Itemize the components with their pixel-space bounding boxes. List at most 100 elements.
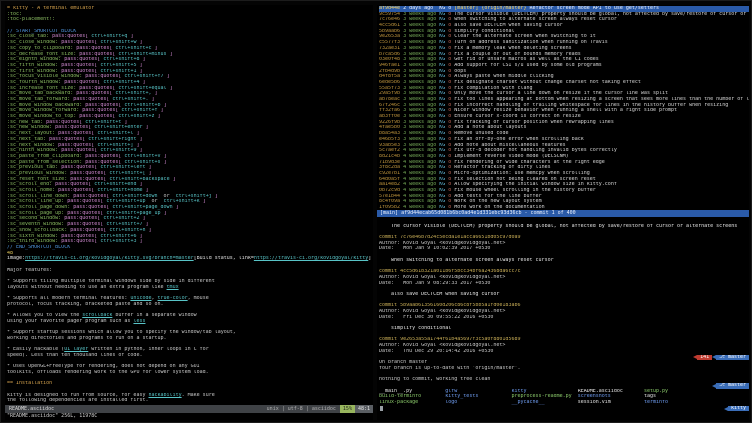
text-segment: 3 weeks ago — [403, 91, 439, 96]
vim-editor-pane[interactable]: = kitty - A terminal emulator:toc::toc-p… — [5, 5, 373, 420]
text-segment: UI layer — [64, 347, 88, 352]
text-segment: :sc_scroll_page_up: — [7, 211, 64, 216]
text-segment: 3 weeks ago — [403, 143, 439, 148]
text-segment: pass:quotes[ — [64, 211, 103, 216]
text-segment: `ctrl+shift+f7` — [121, 74, 166, 79]
text-segment: Your branch is up-to-date with 'origin/m… — [379, 366, 520, 371]
text-segment: ] — [164, 160, 167, 165]
text-segment: aa14e82 — [379, 182, 403, 187]
text-segment: KG — [439, 143, 448, 148]
text-segment: == Installation — [7, 381, 52, 386]
text-segment: pass:quotes[ — [73, 46, 112, 51]
text-segment: `ctrl+shift+6` — [97, 234, 139, 239]
text-segment: 3 weeks ago — [403, 34, 439, 39]
text-segment: using your favorite pager program such a… — [7, 319, 133, 324]
text-segment: 2fb4d9b — [379, 69, 403, 74]
text-segment: ] — [149, 165, 152, 170]
text-segment: `ctrl+shift+c` — [112, 46, 154, 51]
text-segment: 3 weeks ago — [403, 23, 439, 28]
text-segment: pass:quotes[ — [73, 91, 112, 96]
text-segment: Author: Kovid Goyal <kovid@kovidgoyal.ne… — [379, 275, 505, 280]
text-segment: `ctrl+shift+q` — [88, 34, 130, 39]
text-segment: 3 weeks ago — [403, 103, 439, 108]
git-branch-segment: ⎇ master — [716, 383, 749, 389]
text-segment: pass:quotes[ — [55, 131, 94, 136]
text-segment: commit 5b9aab61356160d206c86c8f5bb5a1fd0… — [379, 303, 520, 308]
text-segment: `ctrl+shift+right` — [85, 137, 139, 142]
text-segment: 3 weeks ago — [403, 29, 439, 34]
text-segment: 3 weeks ago — [403, 131, 439, 136]
text-segment: Fix a memory leak when deleting screens — [454, 46, 571, 51]
git-log-pane[interactable]: af9d44e 2 days ago KG o [master] {origin… — [377, 5, 749, 217]
text-segment: kitty is designed to run from source, fo… — [7, 393, 148, 398]
text-segment: screenshots — [578, 394, 644, 399]
text-segment: KG — [439, 17, 448, 22]
text-segment: KG — [439, 80, 448, 85]
text-segment: 9e2653a — [379, 34, 403, 39]
text-segment: Fix rendering of wide characters at the … — [454, 160, 605, 165]
text-segment: ] — [155, 46, 158, 51]
text-segment: `ctrl+shift+.` — [109, 97, 151, 102]
text-segment: true-color — [158, 296, 188, 301]
text-segment: :sc_next_layout: — [7, 131, 55, 136]
text-segment: pass:quotes[ — [58, 148, 97, 153]
text-segment: :sc_scroll_line_up: — [7, 199, 64, 204]
text-segment: `ctrl+shift+j` — [173, 194, 215, 199]
text-segment: Date: Thu Dec 29 20:14:42 2016 +0530 — [379, 349, 493, 354]
text-segment: session.vim — [578, 400, 644, 405]
text-segment: 732ae31 — [379, 46, 403, 51]
text-segment: ] — [167, 74, 170, 79]
text-segment: KG — [439, 194, 448, 199]
text-segment: `ctrl+shift+1` — [97, 69, 139, 74]
text-segment: pass:quotes[ — [82, 103, 121, 108]
text-segment: __main__.py — [379, 389, 445, 394]
text-segment: 4fae5b0 — [379, 125, 403, 130]
text-segment: Fix mouse wheel scrolling in the history… — [454, 188, 595, 193]
text-segment: Add support for CSI s/u used by some old… — [454, 63, 602, 68]
text-segment: `ctrl+shift+,` — [112, 91, 154, 96]
text-segment: The cursor visible (DECTCEM) property sh… — [379, 224, 737, 229]
text-segment: hackability — [148, 393, 181, 398]
text-segment: ] — [203, 199, 206, 204]
text-segment: `ctrl+shift+k` — [161, 199, 203, 204]
text-segment: ab78eac — [379, 97, 403, 102]
terminal-cursor — [380, 406, 383, 411]
text-segment: :sc_close_window: — [7, 40, 58, 45]
text-segment: ] — [176, 205, 179, 210]
text-segment: pass:quotes[ — [58, 63, 97, 68]
text-segment: `ctrl+shift+b` — [121, 103, 163, 108]
text-segment: KG — [439, 29, 448, 34]
text-segment: ] — [164, 211, 167, 216]
text-segment: ] — [142, 216, 145, 221]
text-segment: `ctrl+shift+v` — [121, 154, 163, 159]
text-segment: :sc_increase_font_size: — [7, 86, 76, 91]
text-segment: preprocess-readme.py — [511, 394, 577, 399]
text-segment: ] — [155, 91, 158, 96]
text-segment: kitty — [511, 389, 577, 394]
text-segment: `ctrl+shift+backspace` — [106, 177, 172, 182]
shell-prompt-line: kitty — [379, 406, 749, 412]
text-segment: Fix a couple of out of bounds memory rea… — [454, 52, 580, 57]
text-segment: = kitty - A terminal emulator — [7, 6, 94, 11]
text-segment: 3 weeks ago — [403, 97, 439, 102]
text-segment: Allow specifying the initial window size… — [454, 182, 617, 187]
text-segment: ] — [215, 194, 218, 199]
statusline-filename: README.asciidoc — [5, 405, 58, 413]
text-segment: `ctrl+shift+down` — [109, 194, 160, 199]
text-segment: `ctrl+shift+z` — [115, 114, 157, 119]
text-segment: simplify conditional — [379, 326, 451, 331]
text-segment: * Support startup sessions which allow y… — [7, 330, 236, 335]
text-segment: simplify conditional — [454, 29, 514, 34]
text-segment: Fix designate charset without change cha… — [454, 80, 641, 85]
text-segment: build-terminfo — [379, 394, 445, 399]
shell-pane[interactable]: The cursor visible (DECTCEM) property sh… — [377, 217, 749, 420]
text-segment: `ctrl+shift+]` — [94, 143, 136, 148]
text-segment: ] — [146, 222, 149, 227]
text-segment: b8a54a3 — [379, 131, 403, 136]
text-segment: 8c4f09a — [379, 199, 403, 204]
text-segment: :sc_close_tab: — [7, 34, 49, 39]
text-segment: buffer in a separate window — [112, 313, 196, 318]
text-segment: KG — [439, 148, 448, 153]
text-segment: Remove unused code — [454, 131, 508, 136]
text-segment: Turn on address sanitization when runnin… — [454, 40, 608, 45]
